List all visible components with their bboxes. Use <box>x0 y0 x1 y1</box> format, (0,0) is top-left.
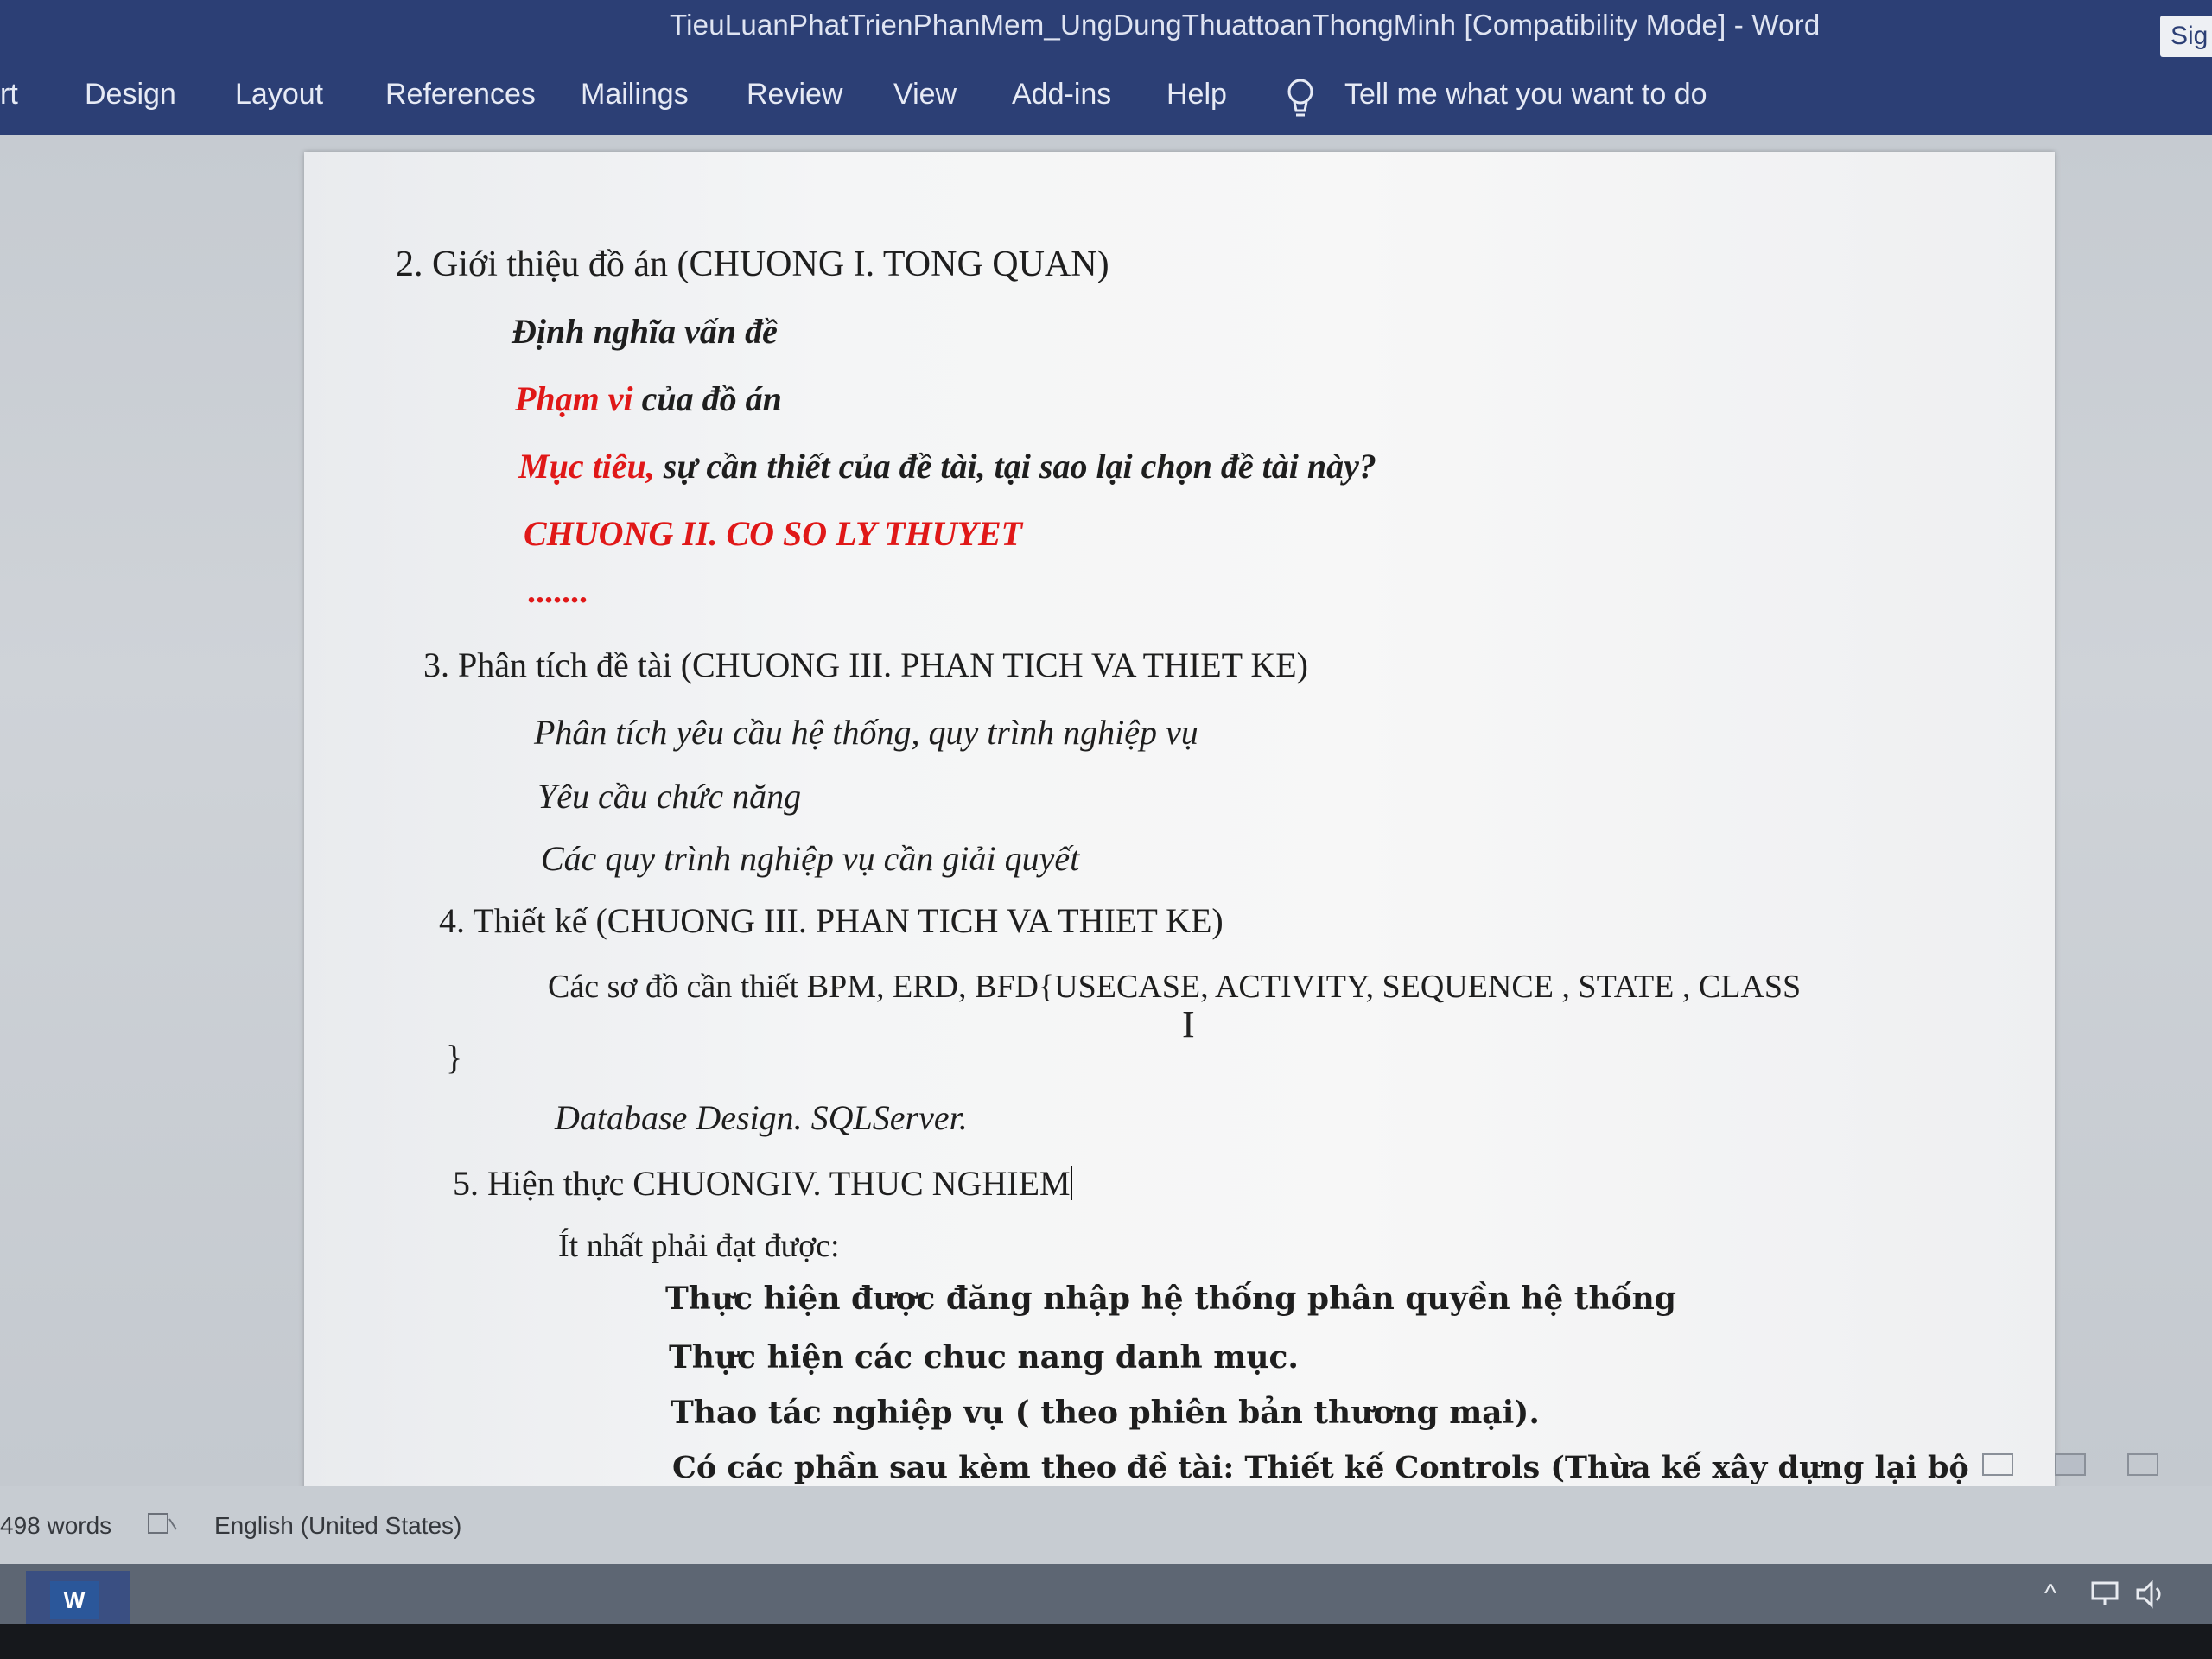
line-database: Database Design. SQLServer. <box>555 1098 968 1137</box>
language-indicator[interactable]: English (United States) <box>214 1512 461 1540</box>
line-phan-tich-yeu-cau: Phân tích yêu cầu hệ thống, quy trình ng… <box>534 713 1198 752</box>
tab-view[interactable]: View <box>893 78 957 111</box>
pham-vi-rest: của đồ án <box>632 379 782 418</box>
word-count[interactable]: 498 words <box>0 1512 111 1540</box>
line-closing-brace: } <box>446 1038 463 1077</box>
tab-mailings[interactable]: Mailings <box>581 78 689 111</box>
text-caret <box>1070 1166 1072 1200</box>
tab-add-ins[interactable]: Add-ins <box>1012 78 1111 111</box>
network-icon[interactable] <box>2088 1580 2122 1609</box>
line-chuong-2: CHUONG II. CO SO LY THUYET <box>524 514 1023 553</box>
tab-references[interactable]: References <box>385 78 536 111</box>
proofing-icon[interactable] <box>147 1510 178 1536</box>
document-page[interactable]: 2. Giới thiệu đồ án (CHUONG I. TONG QUAN… <box>304 152 2055 1500</box>
line-it-nhat: Ít nhất phải đạt được: <box>558 1228 840 1264</box>
muc-tieu-rest: sự cần thiết của đề tài, tại sao lại chọ… <box>654 447 1376 486</box>
window-title: TieuLuanPhatTrienPhanMem_UngDungThuattoa… <box>670 9 1821 41</box>
section-3-heading: 3. Phân tích đề tài (CHUONG III. PHAN TI… <box>423 645 1309 684</box>
title-bar: TieuLuanPhatTrienPhanMem_UngDungThuattoa… <box>0 0 2212 60</box>
line-so-do: Các sơ đồ cần thiết BPM, ERD, BFD{USECAS… <box>548 969 1802 1005</box>
tell-me-search[interactable]: Tell me what you want to do <box>1344 78 1707 111</box>
line-dots: ....... <box>527 571 588 610</box>
tab-insert[interactable]: rt <box>0 78 18 111</box>
line-danh-muc: Thực hiện các chuc nang danh mục. <box>669 1339 1299 1376</box>
line-dang-nhap: Thực hiện được đăng nhập hệ thống phân q… <box>665 1281 1676 1317</box>
status-bar: 498 words English (United States) <box>0 1486 2212 1564</box>
word-window: TieuLuanPhatTrienPhanMem_UngDungThuattoa… <box>0 0 2212 1659</box>
tab-layout[interactable]: Layout <box>235 78 323 111</box>
volume-icon[interactable] <box>2134 1580 2169 1609</box>
line-dinh-nghia: Định nghĩa vấn đề <box>512 312 778 351</box>
word-taskbar-button[interactable]: W <box>26 1571 130 1631</box>
ibeam-cursor-icon: I <box>1182 1003 1195 1046</box>
pham-vi-highlight: Phạm vi <box>515 379 633 418</box>
line-thao-tac: Thao tác nghiệp vụ ( theo phiên bản thươ… <box>671 1395 1540 1431</box>
tab-review[interactable]: Review <box>747 78 842 111</box>
section-4-heading: 4. Thiết kế (CHUONG III. PHAN TICH VA TH… <box>439 901 1224 940</box>
print-layout-icon[interactable] <box>2055 1453 2086 1476</box>
line-yeu-cau-chuc-nang: Yêu cầu chức năng <box>537 777 802 816</box>
line-quy-trinh: Các quy trình nghiệp vụ cần giải quyết <box>541 839 1080 878</box>
line-co-cac-phan: Có các phần sau kèm theo đề tài: Thiết k… <box>672 1450 1969 1485</box>
tab-design[interactable]: Design <box>85 78 176 111</box>
line-pham-vi: Phạm vi của đồ án <box>515 378 782 419</box>
sign-in-button[interactable]: Sig <box>2160 16 2212 57</box>
lightbulb-icon[interactable] <box>1282 76 1319 121</box>
ribbon-tabs: rt Design Layout References Mailings Rev… <box>0 60 2212 135</box>
muc-tieu-highlight: Mục tiêu, <box>518 447 655 486</box>
read-mode-icon[interactable] <box>1982 1453 2013 1476</box>
section-5-text: 5. Hiện thực CHUONGIV. THUC NGHIEM <box>453 1164 1071 1203</box>
chevron-up-icon[interactable]: ^ <box>2044 1580 2056 1609</box>
section-5-heading: 5. Hiện thực CHUONGIV. THUC NGHIEM <box>453 1163 1072 1204</box>
word-app-icon: W <box>50 1581 99 1619</box>
line-muc-tieu: Mục tiêu, sự cần thiết của đề tài, tại s… <box>518 446 1376 486</box>
web-layout-icon[interactable] <box>2127 1453 2158 1476</box>
section-2-heading: 2. Giới thiệu đồ án (CHUONG I. TONG QUAN… <box>396 245 1109 284</box>
tab-help[interactable]: Help <box>1166 78 1227 111</box>
monitor-bezel <box>0 1624 2212 1659</box>
